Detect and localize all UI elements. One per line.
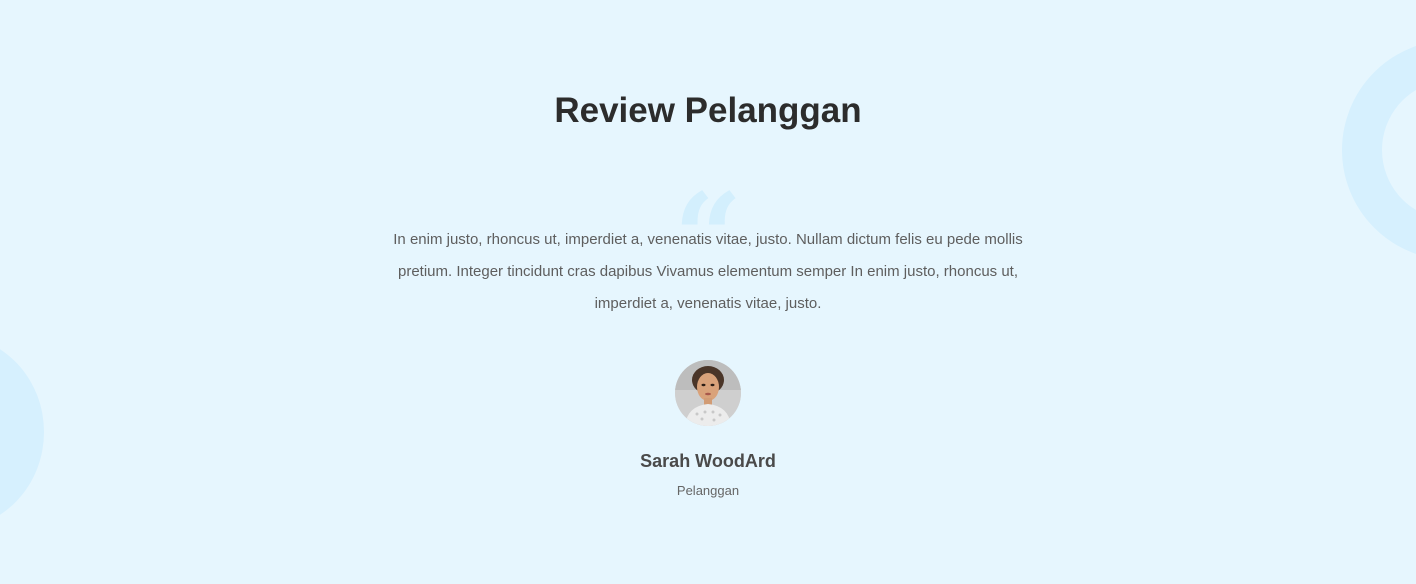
avatar [675, 360, 741, 426]
testimonial-section: Review Pelanggan “ In enim justo, rhoncu… [0, 0, 1416, 584]
reviewer-role: Pelanggan [676, 483, 740, 498]
section-title: Review Pelanggan [554, 91, 862, 130]
avatar-photo [675, 360, 741, 426]
review-text: In enim justo, rhoncus ut, imperdiet a, … [393, 231, 1023, 312]
reviewer-name: Sarah WoodArd [640, 451, 776, 471]
decorative-ring [1342, 40, 1416, 260]
